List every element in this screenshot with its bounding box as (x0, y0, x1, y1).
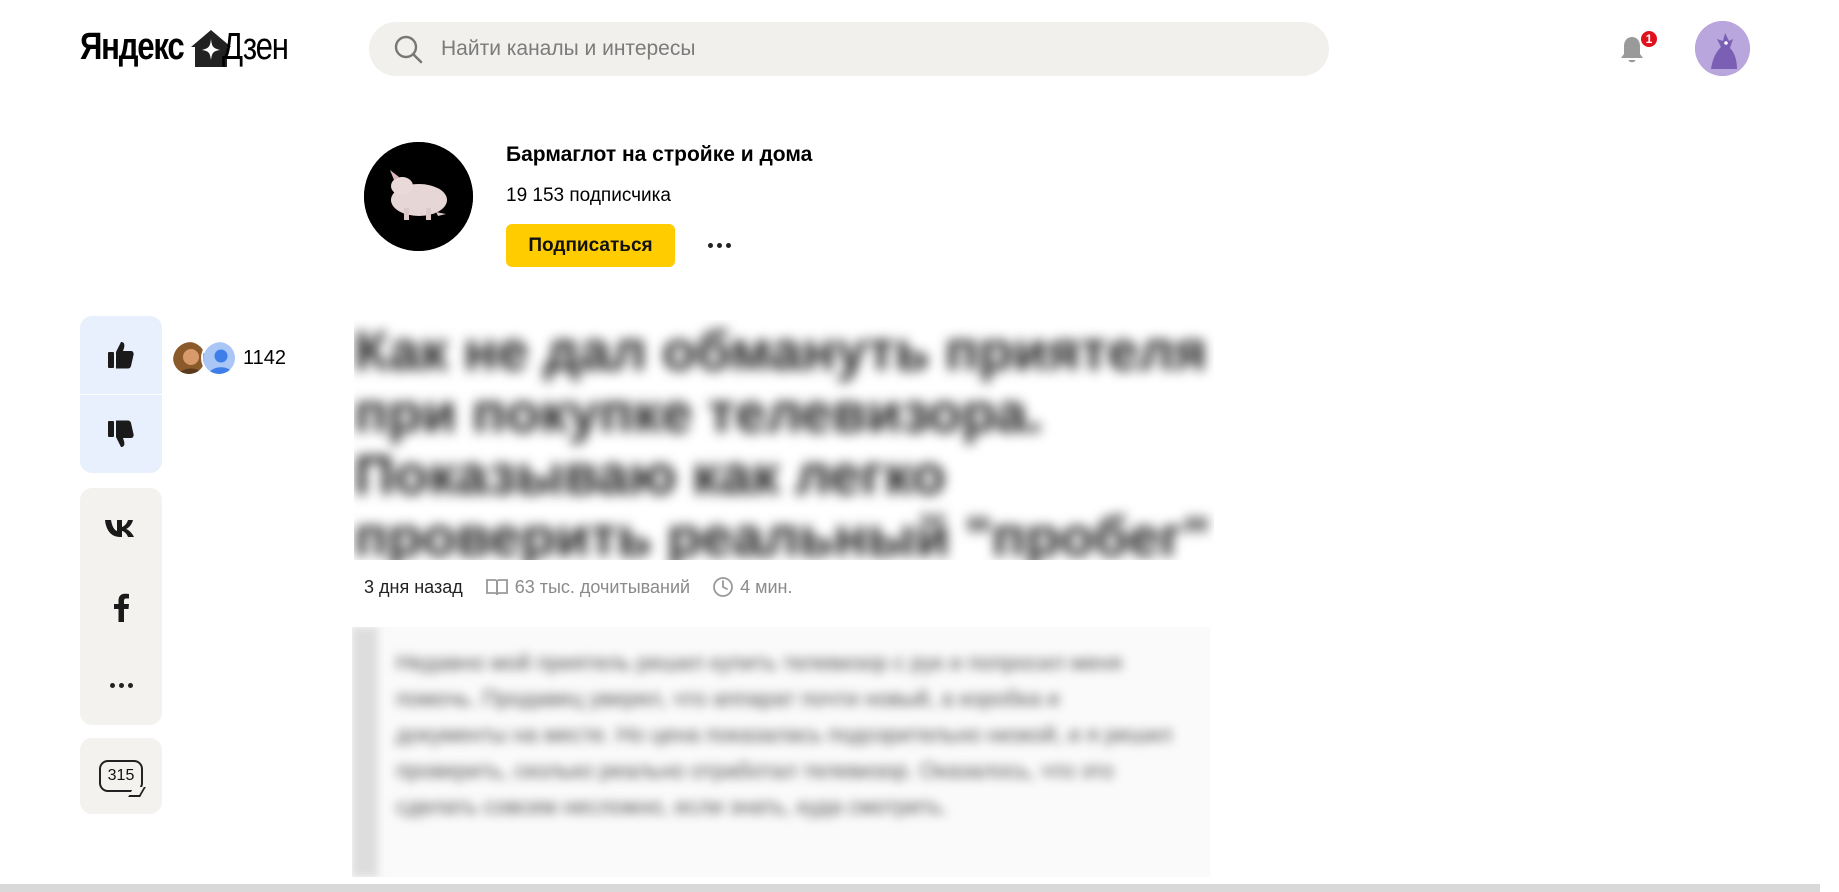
article-meta: 3 дня назад 63 тыс. дочитываний 4 мин. (364, 576, 792, 598)
more-dot (127, 683, 133, 688)
liker-avatar (201, 340, 237, 376)
channel-more-button[interactable] (700, 230, 738, 260)
horizontal-scrollbar[interactable] (0, 884, 1820, 892)
vk-icon (105, 519, 134, 537)
thumbs-down-icon (108, 420, 134, 447)
comment-bubble-icon: 315 (99, 760, 143, 792)
logo-yandex-text: Яндекс (80, 26, 185, 68)
subscriber-count: 19 153 подписчика (506, 185, 671, 206)
dislike-button[interactable] (80, 395, 162, 473)
facebook-icon (114, 593, 129, 622)
article-title-container: Как не дал обмануть приятеля при покупке… (354, 320, 1214, 560)
more-icon (109, 683, 133, 688)
article-lead-text: Недавно мой приятель решил купить телеви… (396, 650, 1172, 819)
channel-avatar[interactable] (364, 142, 473, 251)
like-count: 1142 (243, 346, 287, 369)
share-vk-button[interactable] (80, 488, 162, 567)
thumbs-up-icon (108, 342, 134, 369)
reaction-panel (80, 316, 162, 473)
publish-date: 3 дня назад (364, 576, 463, 597)
search-input[interactable] (441, 37, 1241, 61)
comments-button[interactable]: 315 (80, 738, 162, 814)
subscribe-button[interactable]: Подписаться (506, 224, 675, 267)
reads-count: 63 тыс. дочитываний (514, 576, 691, 597)
likers-group[interactable]: 1142 (171, 340, 286, 376)
more-dot (109, 683, 115, 688)
search-icon (394, 35, 423, 64)
share-panel (80, 488, 162, 725)
share-more-button[interactable] (80, 646, 162, 725)
more-dot (725, 242, 731, 248)
user-silhouette-icon (203, 342, 235, 374)
user-avatar-icon (1695, 21, 1750, 76)
more-dot (118, 683, 124, 688)
more-dot (707, 242, 713, 248)
logo-zen-text: Дзен (222, 26, 289, 68)
clock-icon (713, 577, 733, 597)
read-time-stat: 4 мин. (712, 576, 792, 598)
channel-name[interactable]: Бармаглот на стройке и дома (506, 143, 812, 167)
yandex-zen-logo[interactable]: Яндекс Дзен (80, 26, 302, 69)
article-title: Как не дал обмануть приятеля при покупке… (354, 320, 1210, 560)
comment-count: 315 (107, 767, 135, 784)
page: Яндекс Дзен 1 (0, 0, 1839, 892)
article-lead-block: Недавно мой приятель решил купить телеви… (352, 627, 1210, 877)
read-time: 4 мин. (740, 576, 793, 597)
user-avatar[interactable] (1695, 21, 1750, 76)
channel-avatar-image (364, 142, 473, 251)
notification-badge: 1 (1640, 30, 1658, 48)
reads-stat: 63 тыс. дочитываний (485, 577, 690, 598)
book-icon (485, 579, 508, 596)
quote-bar (352, 627, 378, 877)
share-facebook-button[interactable] (80, 567, 162, 646)
more-dot (716, 242, 722, 248)
search-bar[interactable] (369, 22, 1329, 76)
like-button[interactable] (80, 316, 162, 394)
